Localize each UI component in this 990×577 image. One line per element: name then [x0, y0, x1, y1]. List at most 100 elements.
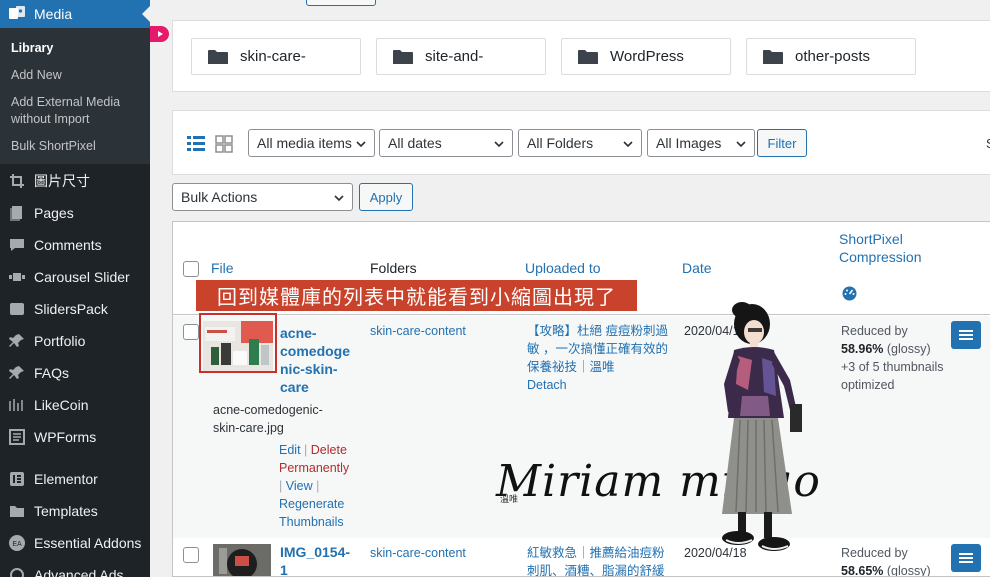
comments-icon	[7, 237, 27, 253]
chevron-down-icon	[623, 141, 633, 148]
column-date[interactable]: Date	[682, 260, 712, 276]
collapse-toggle[interactable]	[150, 26, 169, 42]
shortpixel-status: Reduced by 58.96% (glossy) +3 of 5 thumb…	[841, 324, 944, 392]
folder-icon	[7, 503, 27, 519]
submenu-add-new[interactable]: Add New	[0, 62, 150, 89]
current-menu-arrow	[142, 6, 150, 22]
gauge-icon	[842, 286, 857, 304]
folder-link[interactable]: skin-care-content	[370, 544, 466, 562]
menu-item-elementor[interactable]: Elementor	[0, 463, 150, 495]
folder-button[interactable]: WordPress	[561, 38, 731, 75]
folder-icon	[393, 49, 413, 64]
folder-label: other-posts	[795, 48, 871, 65]
column-uploaded-to[interactable]: Uploaded to	[525, 260, 601, 276]
elementor-icon	[7, 471, 27, 487]
folder-link[interactable]: skin-care-content	[370, 322, 466, 340]
chevron-down-icon	[736, 141, 746, 148]
media-filename: acne-comedogenic- skin-care.jpg	[213, 403, 323, 435]
menu-item-label: 圖片尺寸	[34, 173, 90, 189]
edit-link[interactable]: Edit	[279, 443, 301, 457]
pages-icon	[7, 205, 27, 221]
submenu-bulk-shortpixel[interactable]: Bulk ShortPixel	[0, 133, 150, 160]
menu-item-carousel-slider[interactable]: Carousel Slider	[0, 261, 150, 293]
menu-icon	[959, 553, 973, 563]
menu-item-templates[interactable]: Templates	[0, 495, 150, 527]
menu-item-label: Comments	[34, 237, 102, 253]
menu-item-wpforms[interactable]: WPForms	[0, 421, 150, 453]
select-all-checkbox[interactable]	[183, 261, 199, 277]
menu-media-label: Media	[34, 6, 73, 22]
menu-item-label: Pages	[34, 205, 74, 221]
media-toolbar: All media items All dates All Folders Al…	[172, 110, 990, 175]
add-new-button[interactable]	[306, 0, 376, 6]
menu-item-sliderspack[interactable]: SlidersPack	[0, 293, 150, 325]
menu-item-faqs[interactable]: FAQs	[0, 357, 150, 389]
row-actions: Edit | Delete Permanently | View | Regene…	[279, 443, 350, 529]
menu-item-essential-addons[interactable]: EA Essential Addons	[0, 527, 150, 559]
bulk-actions-select[interactable]: Bulk Actions	[172, 183, 353, 211]
submenu-library[interactable]: Library	[0, 35, 150, 62]
menu-item-pages[interactable]: Pages	[0, 197, 150, 229]
media-thumbnail[interactable]	[213, 544, 271, 576]
row-checkbox[interactable]	[183, 324, 199, 340]
thumbnail-highlight	[199, 313, 277, 373]
uploaded-to-link[interactable]: 紅敏救急｜推薦給油痘粉 刺肌、酒糟、脂漏的舒緩	[527, 544, 677, 576]
crop-icon	[7, 173, 27, 189]
view-link[interactable]: View	[286, 479, 313, 493]
folder-button[interactable]: skin-care-	[191, 38, 361, 75]
forms-icon	[7, 429, 27, 445]
shortpixel-menu-button[interactable]	[951, 544, 981, 572]
chevron-down-icon	[356, 141, 366, 148]
image-type-select[interactable]: All Images	[647, 129, 755, 157]
menu-item-label: Elementor	[34, 471, 98, 487]
column-file[interactable]: File	[211, 260, 234, 276]
uploaded-to-link[interactable]: 【攻略】杜絕 痘痘粉刺過 敏 ，一次搞懂正確有效的 保養祕技｜溫唯	[527, 322, 677, 376]
annotation-banner: 回到媒體庫的列表中就能看到小縮圖出現了	[196, 280, 637, 311]
menu-item-image-size[interactable]: 圖片尺寸	[0, 165, 150, 197]
media-title-link[interactable]: acne- comedoge nic-skin- care	[280, 324, 350, 396]
media-type-select[interactable]: All media items	[248, 129, 375, 157]
list-view-icon[interactable]	[187, 135, 205, 156]
folder-select[interactable]: All Folders	[518, 129, 642, 157]
menu-item-likecoin[interactable]: LikeCoin	[0, 389, 150, 421]
row-checkbox[interactable]	[183, 547, 199, 563]
grid-view-icon[interactable]	[215, 135, 233, 156]
detach-link[interactable]: Detach	[527, 376, 567, 394]
menu-item-advanced-ads[interactable]: Advanced Ads	[0, 559, 150, 577]
signature-small-text: 溫唯	[500, 495, 519, 505]
svg-text:EA: EA	[12, 541, 22, 548]
menu-item-label: Advanced Ads	[34, 567, 124, 577]
search-label-cut: S	[986, 136, 990, 151]
menu-item-label: FAQs	[34, 365, 70, 381]
sliderspack-icon	[7, 301, 27, 317]
column-shortpixel-line1[interactable]: ShortPixel	[839, 231, 903, 247]
filter-button[interactable]: Filter	[757, 129, 807, 157]
pin-icon	[7, 365, 27, 381]
menu-media[interactable]: Media	[0, 0, 150, 28]
column-folders: Folders	[370, 260, 417, 276]
media-title-link[interactable]: IMG_0154- 1	[280, 543, 350, 576]
ads-icon	[7, 567, 27, 577]
triangle-right-icon	[157, 31, 163, 37]
folder-button[interactable]: other-posts	[746, 38, 916, 75]
column-shortpixel-line2[interactable]: Compression	[839, 249, 921, 265]
menu-separator	[0, 453, 150, 463]
apply-button[interactable]: Apply	[359, 183, 413, 211]
submenu-add-external-media[interactable]: Add External Media without Import	[0, 89, 150, 133]
ea-icon: EA	[7, 534, 27, 552]
menu-item-portfolio[interactable]: Portfolio	[0, 325, 150, 357]
menu-item-comments[interactable]: Comments	[0, 229, 150, 261]
menu-item-label: LikeCoin	[34, 397, 89, 413]
regenerate-thumbnails-link[interactable]: Regenerate Thumbnails	[279, 497, 344, 529]
media-table: File Folders Uploaded to Date ShortPixel…	[172, 221, 990, 577]
table-row: IMG_0154- 1 skin-care-content 紅敏救急｜推薦給油痘…	[173, 538, 990, 576]
select-value: All media items	[257, 135, 352, 151]
folder-label: site-and-	[425, 48, 484, 65]
shortpixel-menu-button[interactable]	[951, 321, 981, 349]
menu-item-label: Carousel Slider	[34, 269, 130, 285]
date-select[interactable]: All dates	[379, 129, 513, 157]
person-illustration	[722, 302, 802, 551]
admin-sidebar: Media Library Add New Add External Media…	[0, 0, 150, 577]
folder-label: skin-care-	[240, 48, 306, 65]
folder-button[interactable]: site-and-	[376, 38, 546, 75]
